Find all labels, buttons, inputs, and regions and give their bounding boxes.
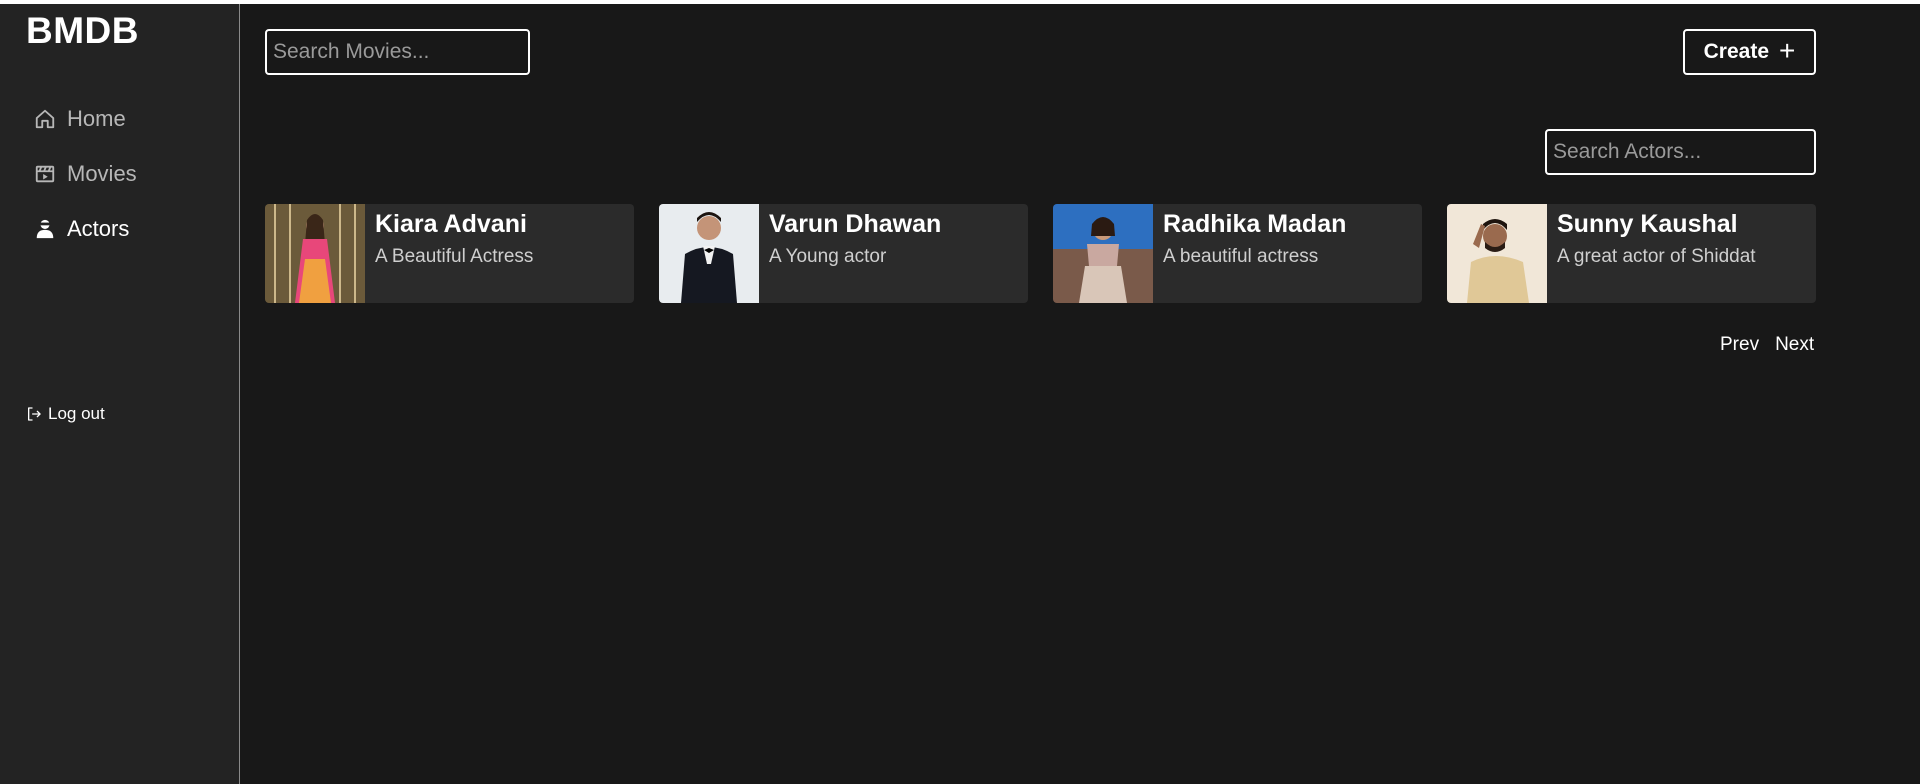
next-button[interactable]: Next	[1775, 334, 1814, 356]
actor-name: Sunny Kaushal	[1557, 210, 1738, 238]
actor-card[interactable]: Radhika Madan A beautiful actress	[1053, 204, 1422, 303]
create-button[interactable]: Create +	[1683, 29, 1816, 75]
actor-name: Kiara Advani	[375, 210, 527, 238]
sidebar-item-label: Home	[67, 106, 126, 131]
prev-button[interactable]: Prev	[1720, 334, 1759, 356]
actor-card[interactable]: Varun Dhawan A Young actor	[659, 204, 1028, 303]
search-movies-input[interactable]	[265, 29, 530, 75]
home-icon	[34, 108, 56, 130]
main-content: Create + Kiara Advani A Beautiful Actres…	[240, 4, 1920, 784]
brand-logo[interactable]: BMDB	[26, 10, 139, 52]
logout-label: Log out	[48, 404, 105, 423]
actor-description: A beautiful actress	[1163, 246, 1319, 267]
sidebar: BMDB Home Movies Actors Log out	[0, 4, 240, 784]
actor-description: A great actor of Shiddat	[1557, 246, 1756, 267]
actor-photo	[1447, 204, 1547, 303]
actor-card[interactable]: Kiara Advani A Beautiful Actress	[265, 204, 634, 303]
sidebar-item-movies[interactable]: Movies	[34, 159, 137, 189]
actor-name: Varun Dhawan	[769, 210, 942, 238]
actor-photo	[265, 204, 365, 303]
logout-button[interactable]: Log out	[26, 404, 105, 424]
sidebar-item-label: Movies	[67, 161, 137, 186]
logout-icon	[26, 406, 42, 422]
actor-description: A Beautiful Actress	[375, 246, 534, 267]
actor-card[interactable]: Sunny Kaushal A great actor of Shiddat	[1447, 204, 1816, 303]
actor-name: Radhika Madan	[1163, 210, 1347, 238]
actor-photo	[1053, 204, 1153, 303]
actor-description: A Young actor	[769, 246, 887, 267]
actor-photo	[659, 204, 759, 303]
sidebar-item-label: Actors	[67, 216, 130, 241]
search-actors-input[interactable]	[1545, 129, 1816, 175]
pagination: Prev Next	[1720, 334, 1814, 356]
create-label: Create	[1703, 40, 1769, 63]
sidebar-item-home[interactable]: Home	[34, 104, 137, 134]
plus-icon: +	[1779, 34, 1796, 66]
sidebar-item-actors[interactable]: Actors	[34, 214, 137, 244]
actor-icon	[34, 218, 56, 240]
film-icon	[34, 163, 56, 185]
sidebar-nav: Home Movies Actors	[34, 104, 137, 269]
